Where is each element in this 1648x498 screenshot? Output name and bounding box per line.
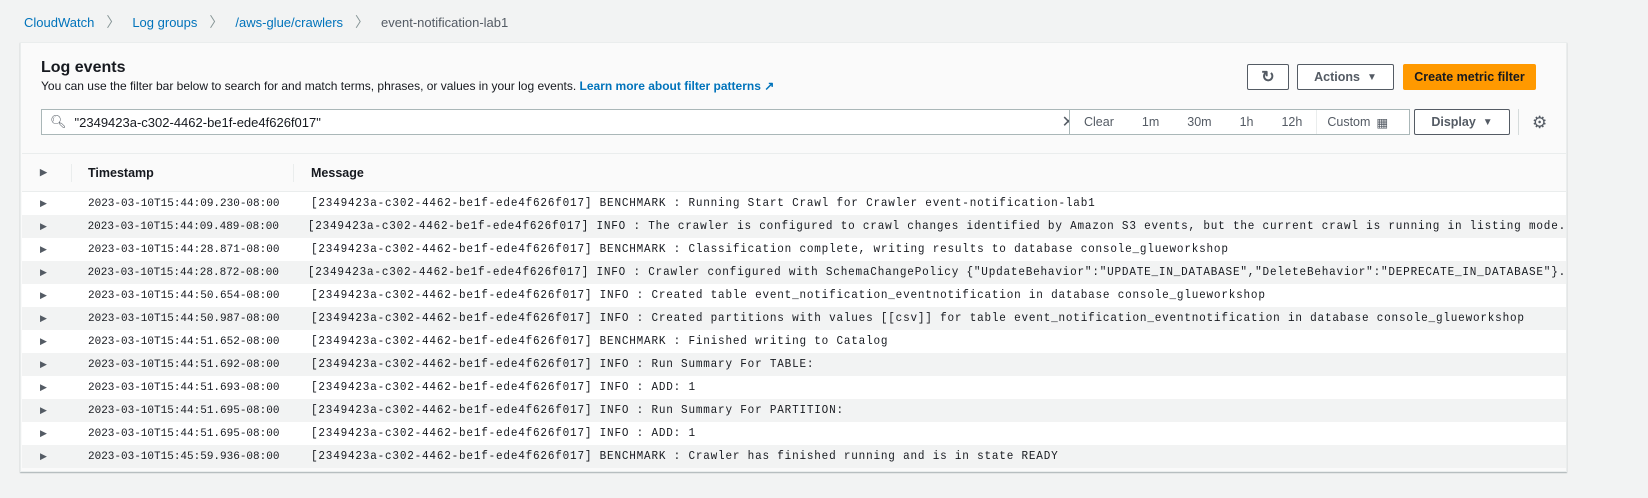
row-timestamp: 2023-03-10T15:44:51.652-08:00: [88, 335, 280, 348]
expand-row-icon[interactable]: ▶: [22, 198, 72, 209]
refresh-button[interactable]: ↻: [1247, 64, 1289, 90]
actions-label: Actions: [1314, 70, 1360, 84]
row-timestamp: 2023-03-10T15:44:51.695-08:00: [88, 427, 280, 440]
table-header: ▶ Timestamp Message: [22, 154, 1566, 192]
header-timestamp[interactable]: Timestamp: [72, 163, 294, 182]
row-message: [2349423a-c302-4462-be1f-ede4f626f017] I…: [307, 265, 1566, 280]
expand-row-icon[interactable]: ▶: [22, 290, 72, 301]
caret-down-icon: ▼: [1482, 116, 1493, 128]
row-message: [2349423a-c302-4462-be1f-ede4f626f017] B…: [311, 449, 1059, 464]
row-timestamp: 2023-03-10T15:44:09.230-08:00: [88, 197, 280, 210]
refresh-icon: ↻: [1261, 69, 1275, 86]
table-row[interactable]: ▶ 2023-03-10T15:44:09.489-08:00 [2349423a-…: [22, 215, 1566, 238]
breadcrumb-log-groups[interactable]: Log groups: [132, 15, 197, 30]
expand-all-icon[interactable]: ▶: [22, 163, 72, 182]
calendar-icon: ▦: [1376, 115, 1389, 130]
row-message: [2349423a-c302-4462-be1f-ede4f626f017] I…: [311, 426, 696, 441]
row-timestamp: 2023-03-10T15:44:09.489-08:00: [87, 220, 280, 233]
divider: [1518, 109, 1519, 135]
row-timestamp: 2023-03-10T15:44:51.693-08:00: [88, 381, 280, 394]
breadcrumb-log-group[interactable]: /aws-glue/crawlers: [235, 15, 343, 30]
row-message: [2349423a-c302-4462-be1f-ede4f626f017] I…: [311, 403, 844, 418]
expand-row-icon[interactable]: ▶: [22, 428, 72, 439]
range-1h[interactable]: 1h: [1226, 115, 1268, 129]
table-row[interactable]: ▶ 2023-03-10T15:44:09.230-08:00 [2349423a-…: [22, 192, 1566, 215]
log-events-table: ▶ Timestamp Message ▶ 2023-03-10T15:44:09…: [22, 153, 1566, 468]
row-timestamp: 2023-03-10T15:44:50.987-08:00: [88, 312, 280, 325]
row-timestamp: 2023-03-10T15:44:51.692-08:00: [88, 358, 280, 371]
table-row[interactable]: ▶ 2023-03-10T15:44:51.652-08:00 [2349423a-…: [22, 330, 1566, 353]
row-message: [2349423a-c302-4462-be1f-ede4f626f017] I…: [307, 219, 1566, 234]
row-message: [2349423a-c302-4462-be1f-ede4f626f017] I…: [311, 380, 696, 395]
row-timestamp: 2023-03-10T15:45:59.936-08:00: [88, 450, 280, 463]
expand-row-icon[interactable]: ▶: [22, 336, 72, 347]
header-message[interactable]: Message: [294, 166, 364, 180]
time-range-selector: Clear 1m 30m 1h 12h Custom ▦: [1069, 109, 1410, 135]
table-row[interactable]: ▶ 2023-03-10T15:45:59.936-08:00 [2349423a-…: [22, 445, 1566, 468]
display-label: Display: [1431, 115, 1476, 129]
chevron-right-icon: 〉: [106, 14, 121, 30]
table-row[interactable]: ▶ 2023-03-10T15:44:51.692-08:00 [2349423a-…: [22, 353, 1566, 376]
expand-row-icon[interactable]: ▶: [22, 221, 72, 232]
range-1m[interactable]: 1m: [1128, 115, 1173, 129]
expand-row-icon[interactable]: ▶: [22, 267, 72, 278]
chevron-right-icon: 〉: [355, 14, 370, 30]
filter-input[interactable]: 🔍︎ "2349423a-c302-4462-be1f-ede4f626f017…: [41, 109, 1086, 135]
expand-row-icon[interactable]: ▶: [22, 382, 72, 393]
table-row[interactable]: ▶ 2023-03-10T15:44:51.695-08:00 [2349423a-…: [22, 422, 1566, 445]
range-clear[interactable]: Clear: [1070, 115, 1128, 129]
panel-description: You can use the filter bar below to sear…: [41, 79, 774, 93]
external-link-icon: ↗: [764, 79, 775, 93]
row-timestamp: 2023-03-10T15:44:28.871-08:00: [88, 243, 280, 256]
create-metric-filter-button[interactable]: Create metric filter: [1403, 64, 1536, 90]
range-30m[interactable]: 30m: [1173, 115, 1225, 129]
range-12h[interactable]: 12h: [1267, 115, 1316, 129]
table-row[interactable]: ▶ 2023-03-10T15:44:28.872-08:00 [2349423a-…: [22, 261, 1566, 284]
log-events-panel: Log events You can use the filter bar be…: [20, 42, 1567, 472]
table-row[interactable]: ▶ 2023-03-10T15:44:50.654-08:00 [2349423a-…: [22, 284, 1566, 307]
custom-label: Custom: [1327, 115, 1371, 129]
filter-value[interactable]: "2349423a-c302-4462-be1f-ede4f626f017": [75, 115, 1062, 130]
actions-button[interactable]: Actions ▼: [1297, 64, 1394, 90]
table-row[interactable]: ▶ 2023-03-10T15:44:28.871-08:00 [2349423a-…: [22, 238, 1566, 261]
row-message: [2349423a-c302-4462-be1f-ede4f626f017] B…: [311, 334, 889, 349]
gear-icon[interactable]: ⚙: [1532, 113, 1547, 133]
row-timestamp: 2023-03-10T15:44:50.654-08:00: [88, 289, 280, 302]
chevron-right-icon: 〉: [209, 14, 224, 30]
row-message: [2349423a-c302-4462-be1f-ede4f626f017] B…: [311, 242, 1229, 257]
breadcrumb-cloudwatch[interactable]: CloudWatch: [24, 15, 94, 30]
row-message: [2349423a-c302-4462-be1f-ede4f626f017] B…: [311, 196, 1096, 211]
learn-more-label: Learn more about filter patterns: [579, 79, 761, 93]
page-title: Log events: [41, 59, 126, 76]
table-row[interactable]: ▶ 2023-03-10T15:44:50.987-08:00 [2349423a-…: [22, 307, 1566, 330]
breadcrumb-current: event-notification-lab1: [381, 14, 509, 30]
expand-row-icon[interactable]: ▶: [22, 405, 72, 416]
range-custom[interactable]: Custom ▦: [1316, 110, 1388, 134]
learn-more-link[interactable]: Learn more about filter patterns ↗: [580, 79, 775, 93]
row-timestamp: 2023-03-10T15:44:51.695-08:00: [88, 404, 280, 417]
row-message: [2349423a-c302-4462-be1f-ede4f626f017] I…: [311, 357, 815, 372]
caret-down-icon: ▼: [1366, 71, 1377, 83]
table-row[interactable]: ▶ 2023-03-10T15:44:51.693-08:00 [2349423a-…: [22, 376, 1566, 399]
row-message: [2349423a-c302-4462-be1f-ede4f626f017] I…: [311, 311, 1525, 326]
expand-row-icon[interactable]: ▶: [22, 313, 72, 324]
description-text: You can use the filter bar below to sear…: [41, 79, 577, 93]
expand-row-icon[interactable]: ▶: [22, 244, 72, 255]
search-icon: 🔍︎: [50, 114, 67, 129]
create-label: Create metric filter: [1414, 70, 1525, 84]
row-timestamp: 2023-03-10T15:44:28.872-08:00: [87, 266, 280, 279]
row-message: [2349423a-c302-4462-be1f-ede4f626f017] I…: [311, 288, 1266, 303]
breadcrumb: CloudWatch 〉 Log groups 〉 /aws-glue/crawle…: [24, 12, 508, 32]
table-row[interactable]: ▶ 2023-03-10T15:44:51.695-08:00 [2349423a-…: [22, 399, 1566, 422]
expand-row-icon[interactable]: ▶: [22, 451, 72, 462]
display-button[interactable]: Display ▼: [1414, 109, 1510, 135]
expand-row-icon[interactable]: ▶: [22, 359, 72, 370]
